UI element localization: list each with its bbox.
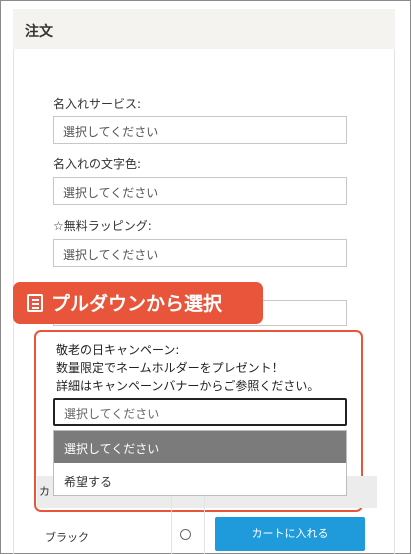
panel-border-right [394,49,395,554]
page-frame: 注文 名入れサービス: 選択してください 名入れの文字色: 選択してください ☆… [0,0,411,554]
order-panel-header [13,9,395,49]
select-wrapping[interactable]: 選択してください [53,239,347,267]
callout-label: プルダウンから選択 [13,282,263,324]
select-campaign[interactable]: 選択してください [53,398,347,426]
select-text-color[interactable]: 選択してください [53,177,347,205]
field-label-name-service: 名入れサービス: [53,97,142,111]
dropdown-option-select[interactable]: 選択してください [54,431,346,463]
field-label-text-color: 名入れの文字色: [53,157,142,171]
field-label-wrapping: ☆無料ラッピング: [53,219,152,233]
table-header-label: カ [39,485,50,498]
order-panel-title: 注文 [25,24,53,40]
campaign-dropdown-list: 選択してください 希望する [53,430,347,496]
campaign-title: 敬老の日キャンペーン: [56,343,180,357]
list-icon [27,294,43,312]
dropdown-option-want[interactable]: 希望する [54,464,346,496]
table-divider [171,496,172,554]
add-to-cart-button[interactable]: カートに入れる [215,517,365,551]
campaign-description: 数量限定でネームホルダーをプレゼント！ [56,361,284,375]
variant-radio[interactable] [180,529,191,540]
variant-name: ブラック [45,531,89,544]
callout-text: プルダウンから選択 [51,293,223,315]
campaign-note: 詳細はキャンペーンバナーからご参照ください。 [56,379,320,393]
table-divider [204,496,205,554]
select-name-service[interactable]: 選択してください [53,116,347,144]
